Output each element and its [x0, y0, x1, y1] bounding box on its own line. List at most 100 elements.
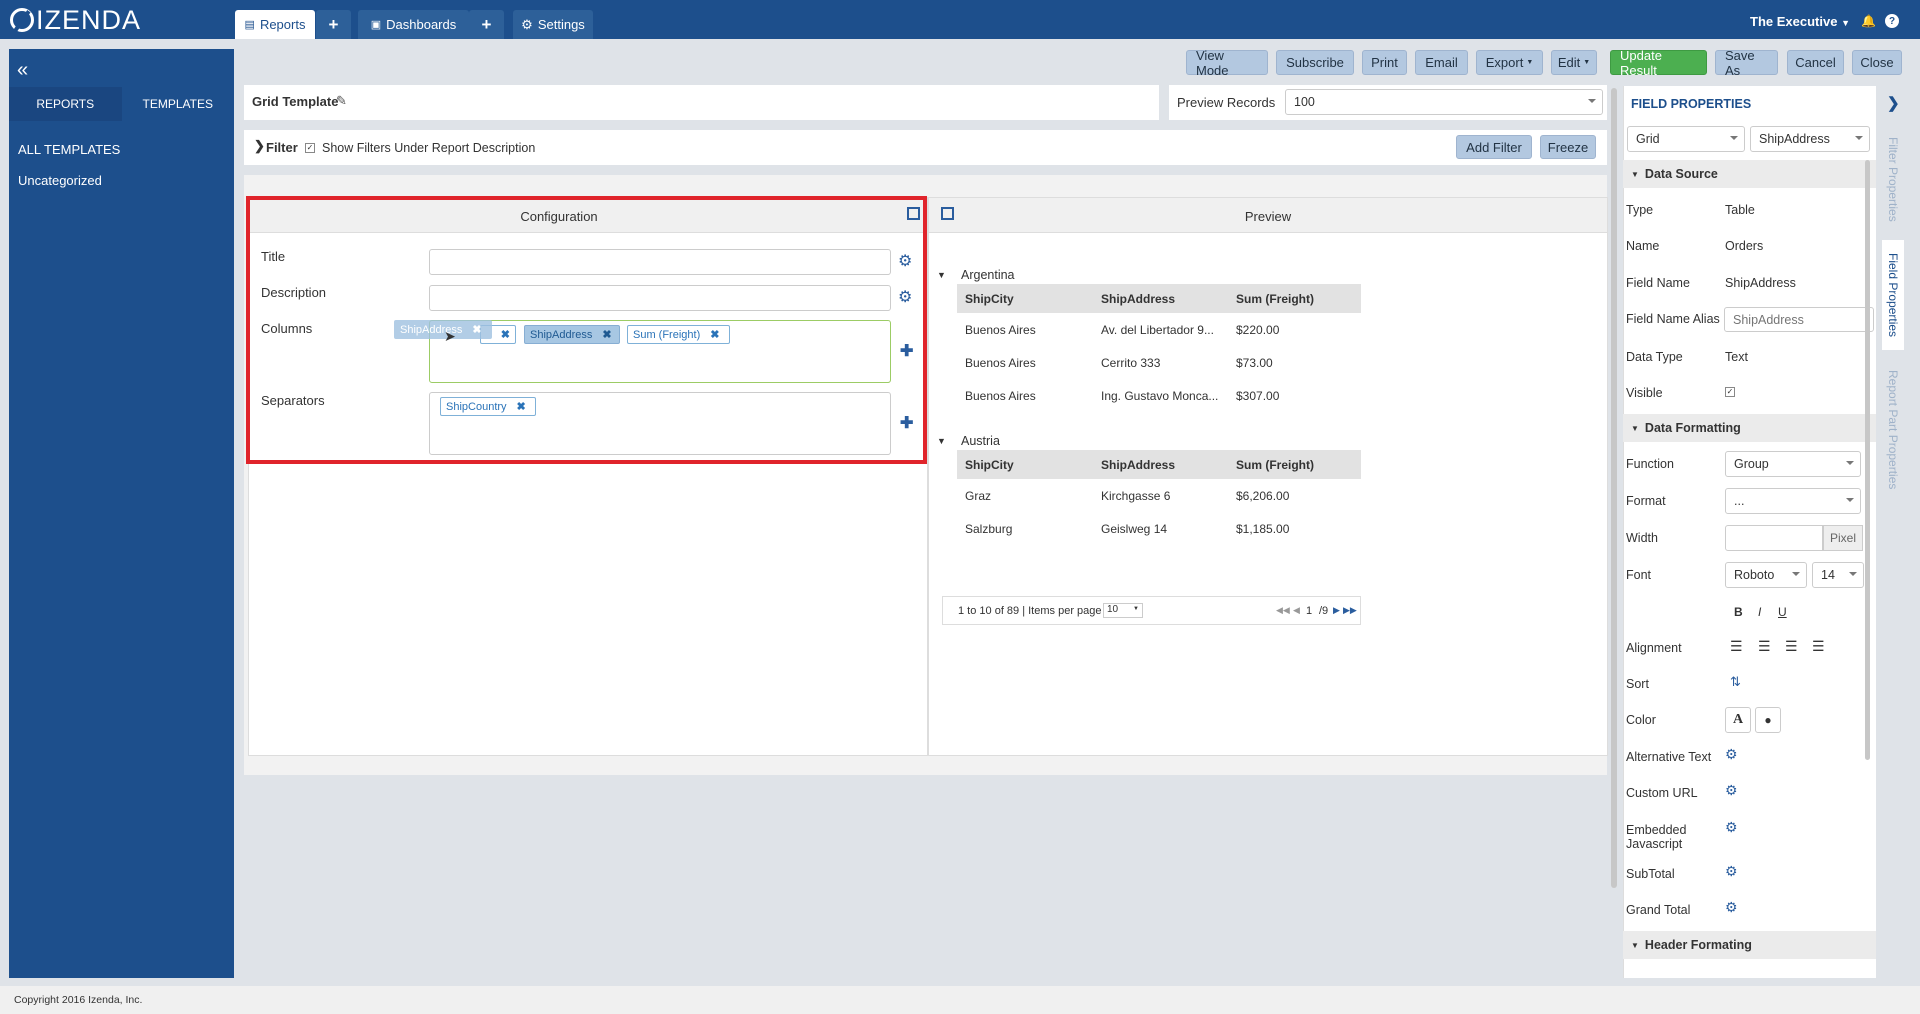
subscribe-button[interactable]: Subscribe: [1276, 50, 1354, 75]
font-size-select[interactable]: 14: [1812, 562, 1864, 588]
show-filters-checkbox[interactable]: ✓: [305, 143, 315, 153]
remove-chip-icon[interactable]: ✖: [501, 328, 510, 341]
data-formatting-section-header[interactable]: ▼ Data Formatting: [1623, 414, 1876, 442]
font-family-select[interactable]: Roboto: [1725, 562, 1807, 588]
align-left-icon[interactable]: ☰: [1730, 638, 1743, 655]
save-as-button[interactable]: Save As: [1715, 48, 1778, 78]
last-page-icon[interactable]: ▶▶: [1343, 605, 1357, 616]
chevron-right-icon[interactable]: ❯: [1887, 94, 1900, 112]
sidebar-item-all-templates[interactable]: ALL TEMPLATES: [18, 142, 120, 157]
bold-button[interactable]: B: [1734, 605, 1743, 619]
tab-report-part-properties[interactable]: Report Part Properties: [1882, 360, 1904, 500]
add-dashboard-button[interactable]: +: [469, 10, 504, 39]
field-name-alias-input[interactable]: [1724, 307, 1874, 332]
properties-scrollbar[interactable]: [1865, 160, 1870, 760]
report-title[interactable]: Grid Template: [252, 94, 338, 109]
description-input[interactable]: [429, 285, 891, 311]
prev-page-icon[interactable]: ◀: [1293, 605, 1300, 616]
remove-chip-icon[interactable]: ✖: [517, 400, 526, 413]
preview-records-select[interactable]: 100: [1285, 89, 1603, 115]
add-separator-plus-icon[interactable]: ✚: [900, 413, 913, 433]
italic-button[interactable]: I: [1758, 605, 1761, 619]
add-report-button[interactable]: +: [316, 10, 351, 39]
edit-label: Edit: [1557, 55, 1581, 70]
add-filter-button[interactable]: Add Filter: [1456, 135, 1532, 159]
sidebar-tab-reports[interactable]: REPORTS: [9, 87, 122, 121]
next-page-icon[interactable]: ▶: [1333, 605, 1340, 616]
tab-dashboards[interactable]: ▣ Dashboards: [358, 10, 469, 39]
export-button[interactable]: Export ▼: [1476, 50, 1543, 75]
bell-icon[interactable]: 🔔: [1861, 14, 1876, 28]
width-input[interactable]: [1725, 525, 1823, 551]
align-right-icon[interactable]: ☰: [1785, 638, 1798, 655]
tab-field-properties[interactable]: Field Properties: [1882, 240, 1904, 350]
sidebar-tab-templates[interactable]: TEMPLATES: [121, 87, 234, 121]
chevron-right-icon[interactable]: ❯: [254, 138, 265, 154]
format-select[interactable]: ...: [1725, 488, 1861, 514]
column-header[interactable]: ShipCity: [957, 284, 1093, 313]
title-input[interactable]: [429, 249, 891, 275]
tab-reports[interactable]: ▤ Reports: [235, 10, 315, 39]
chip-shipaddress[interactable]: ShipAddress ✖: [524, 325, 620, 344]
column-header[interactable]: ShipCity: [957, 450, 1093, 479]
dragging-chip[interactable]: ShipAddress ✖: [394, 320, 492, 339]
edit-button[interactable]: Edit ▼: [1551, 50, 1597, 75]
report-part-type-select[interactable]: Grid: [1627, 126, 1745, 152]
pencil-icon[interactable]: ✎: [336, 93, 347, 109]
header-formating-section-header[interactable]: ▼ Header Formating: [1623, 931, 1876, 959]
freeze-button[interactable]: Freeze: [1540, 135, 1596, 159]
remove-chip-icon[interactable]: ✖: [602, 328, 611, 341]
data-source-section-header[interactable]: ▼ Data Source: [1623, 160, 1876, 188]
chip-shipcountry[interactable]: ShipCountry ✖: [440, 397, 536, 416]
grand-total-gear-icon[interactable]: ⚙: [1725, 899, 1738, 916]
underline-button[interactable]: U: [1778, 605, 1787, 619]
table-header-row: ShipCity ShipAddress Sum (Freight): [957, 450, 1361, 479]
custom-url-gear-icon[interactable]: ⚙: [1725, 782, 1738, 799]
close-button[interactable]: Close: [1852, 50, 1902, 75]
pager-summary: 1 to 10 of 89 | Items per page: [958, 605, 1102, 617]
cancel-button[interactable]: Cancel: [1787, 50, 1844, 75]
field-select[interactable]: ShipAddress: [1750, 126, 1870, 152]
align-justify-icon[interactable]: ☰: [1812, 638, 1825, 655]
description-settings-gear-icon[interactable]: ⚙: [898, 287, 912, 307]
preview-table-austria: ShipCity ShipAddress Sum (Freight) Graz …: [957, 450, 1361, 545]
filter-label[interactable]: Filter: [266, 140, 298, 155]
tab-filter-properties[interactable]: Filter Properties: [1882, 124, 1904, 234]
sort-icon[interactable]: ⇅: [1730, 674, 1741, 690]
double-chevron-left-icon[interactable]: «: [17, 59, 28, 82]
print-button[interactable]: Print: [1362, 50, 1407, 75]
page-number[interactable]: 1: [1306, 605, 1312, 617]
fill-color-icon[interactable]: ●: [1755, 707, 1781, 733]
first-page-icon[interactable]: ◀◀: [1276, 605, 1290, 616]
embedded-javascript-gear-icon[interactable]: ⚙: [1725, 819, 1738, 836]
group-toggle-icon[interactable]: ▼: [937, 270, 946, 280]
visible-checkbox[interactable]: ✓: [1725, 387, 1735, 397]
tab-settings[interactable]: ⚙ Settings: [513, 10, 593, 39]
font-color-icon[interactable]: A: [1725, 707, 1751, 733]
update-result-button[interactable]: Update Result: [1610, 48, 1707, 78]
function-select[interactable]: Group: [1725, 451, 1861, 477]
remove-chip-icon[interactable]: ✖: [710, 328, 719, 341]
help-icon[interactable]: ?: [1885, 14, 1899, 28]
sidebar-item-uncategorized[interactable]: Uncategorized: [18, 173, 102, 188]
email-button[interactable]: Email: [1415, 50, 1468, 75]
table-row: Buenos Aires Ing. Gustavo Monca... $307.…: [957, 379, 1361, 412]
alternative-text-gear-icon[interactable]: ⚙: [1725, 746, 1738, 763]
title-settings-gear-icon[interactable]: ⚙: [898, 251, 912, 271]
column-header[interactable]: Sum (Freight): [1228, 450, 1361, 479]
column-header[interactable]: ShipAddress: [1093, 450, 1228, 479]
canvas-scrollbar[interactable]: [1611, 88, 1617, 888]
table-row: Buenos Aires Cerrito 333 $73.00: [957, 346, 1361, 379]
user-menu[interactable]: The Executive ▼: [1750, 14, 1850, 29]
view-mode-button[interactable]: View Mode: [1186, 48, 1268, 78]
align-center-icon[interactable]: ☰: [1758, 638, 1771, 655]
chip-sum-freight[interactable]: Sum (Freight) ✖: [627, 325, 730, 344]
column-header[interactable]: Sum (Freight): [1228, 284, 1361, 313]
subtotal-gear-icon[interactable]: ⚙: [1725, 863, 1738, 880]
column-header[interactable]: ShipAddress: [1093, 284, 1228, 313]
tab-reports-label: Reports: [259, 17, 306, 32]
cell: $1,185.00: [1236, 521, 1290, 536]
add-column-plus-icon[interactable]: ✚: [900, 341, 913, 361]
group-toggle-icon[interactable]: ▼: [937, 436, 946, 446]
items-per-page-select[interactable]: 10 ▼: [1103, 603, 1143, 618]
